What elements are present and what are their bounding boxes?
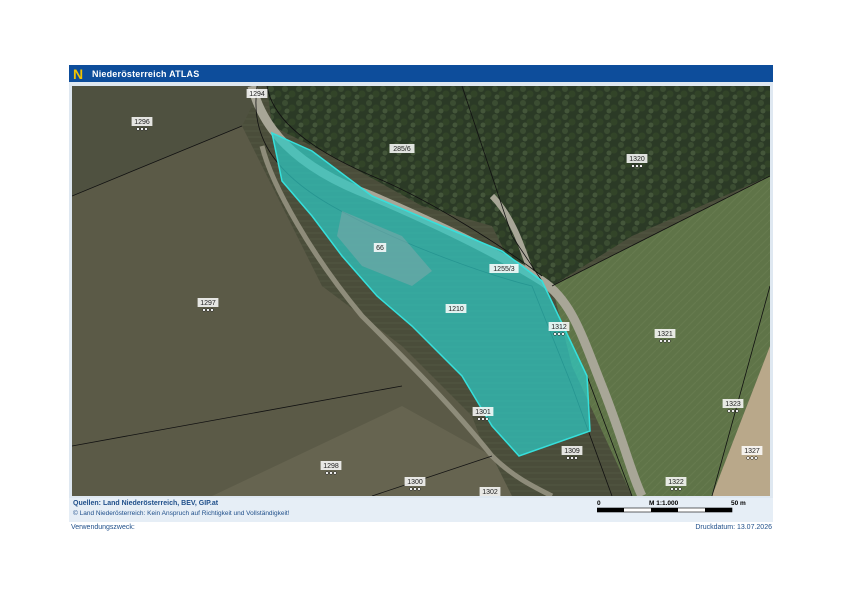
- svg-text:1323: 1323: [725, 401, 741, 408]
- svg-text:1255/3: 1255/3: [493, 266, 515, 273]
- parcel-label-1210: 1210: [445, 304, 467, 313]
- svg-text:1301: 1301: [475, 409, 491, 416]
- parcel-label-1302: 1302: [479, 487, 501, 496]
- svg-text:1322: 1322: [668, 479, 684, 486]
- parcel-label-1255-3: 1255/3: [489, 264, 519, 273]
- footer-bar: Quellen: Land Niederösterreich, BEV, GIP…: [69, 498, 773, 522]
- scale-start-label: 0: [597, 500, 601, 507]
- svg-text:1296: 1296: [134, 119, 150, 126]
- header-bar: N Niederösterreich ATLAS: [69, 65, 773, 82]
- purpose-label: Verwendungszweck:: [71, 524, 135, 531]
- scale-end-label: 50 m: [731, 500, 746, 507]
- noe-logo-icon: N: [72, 67, 87, 80]
- svg-text:1320: 1320: [629, 156, 645, 163]
- parcel-label-66: 66: [373, 243, 387, 252]
- svg-text:1309: 1309: [564, 448, 580, 455]
- svg-text:285/6: 285/6: [393, 146, 411, 153]
- svg-text:1300: 1300: [407, 479, 423, 486]
- svg-text:1297: 1297: [200, 300, 216, 307]
- svg-text:1294: 1294: [249, 91, 265, 98]
- svg-text:66: 66: [376, 245, 384, 252]
- sources-text: Quellen: Land Niederösterreich, BEV, GIP…: [73, 500, 219, 507]
- scale-bar: 0 M 1:1.000 50 m: [597, 500, 746, 513]
- aerial-map[interactable]: 1294 1296 285/6 1320 66 1255/3 1297 1210 1312 132…: [72, 86, 770, 496]
- parcel-label-1294: 1294: [246, 89, 268, 98]
- svg-text:1302: 1302: [482, 489, 498, 496]
- disclaimer-text: © Land Niederösterreich: Kein Anspruch a…: [73, 510, 290, 517]
- svg-text:1210: 1210: [448, 306, 464, 313]
- map-frame: 1294 1296 285/6 1320 66 1255/3 1297 1210 1312 132…: [69, 82, 773, 498]
- svg-text:1312: 1312: [551, 324, 567, 331]
- svg-text:1321: 1321: [657, 331, 673, 338]
- print-date: Druckdatum: 13.07.2026: [695, 524, 772, 531]
- map-view[interactable]: 1294 1296 285/6 1320 66 1255/3 1297 1210 1312 132…: [72, 86, 770, 496]
- svg-text:1298: 1298: [323, 463, 339, 470]
- svg-text:1327: 1327: [744, 448, 760, 455]
- scale-ratio-label: M 1:1.000: [649, 500, 679, 507]
- parcel-label-285-6: 285/6: [389, 144, 415, 153]
- app-title: Niederösterreich ATLAS: [92, 68, 200, 79]
- svg-text:N: N: [73, 67, 83, 80]
